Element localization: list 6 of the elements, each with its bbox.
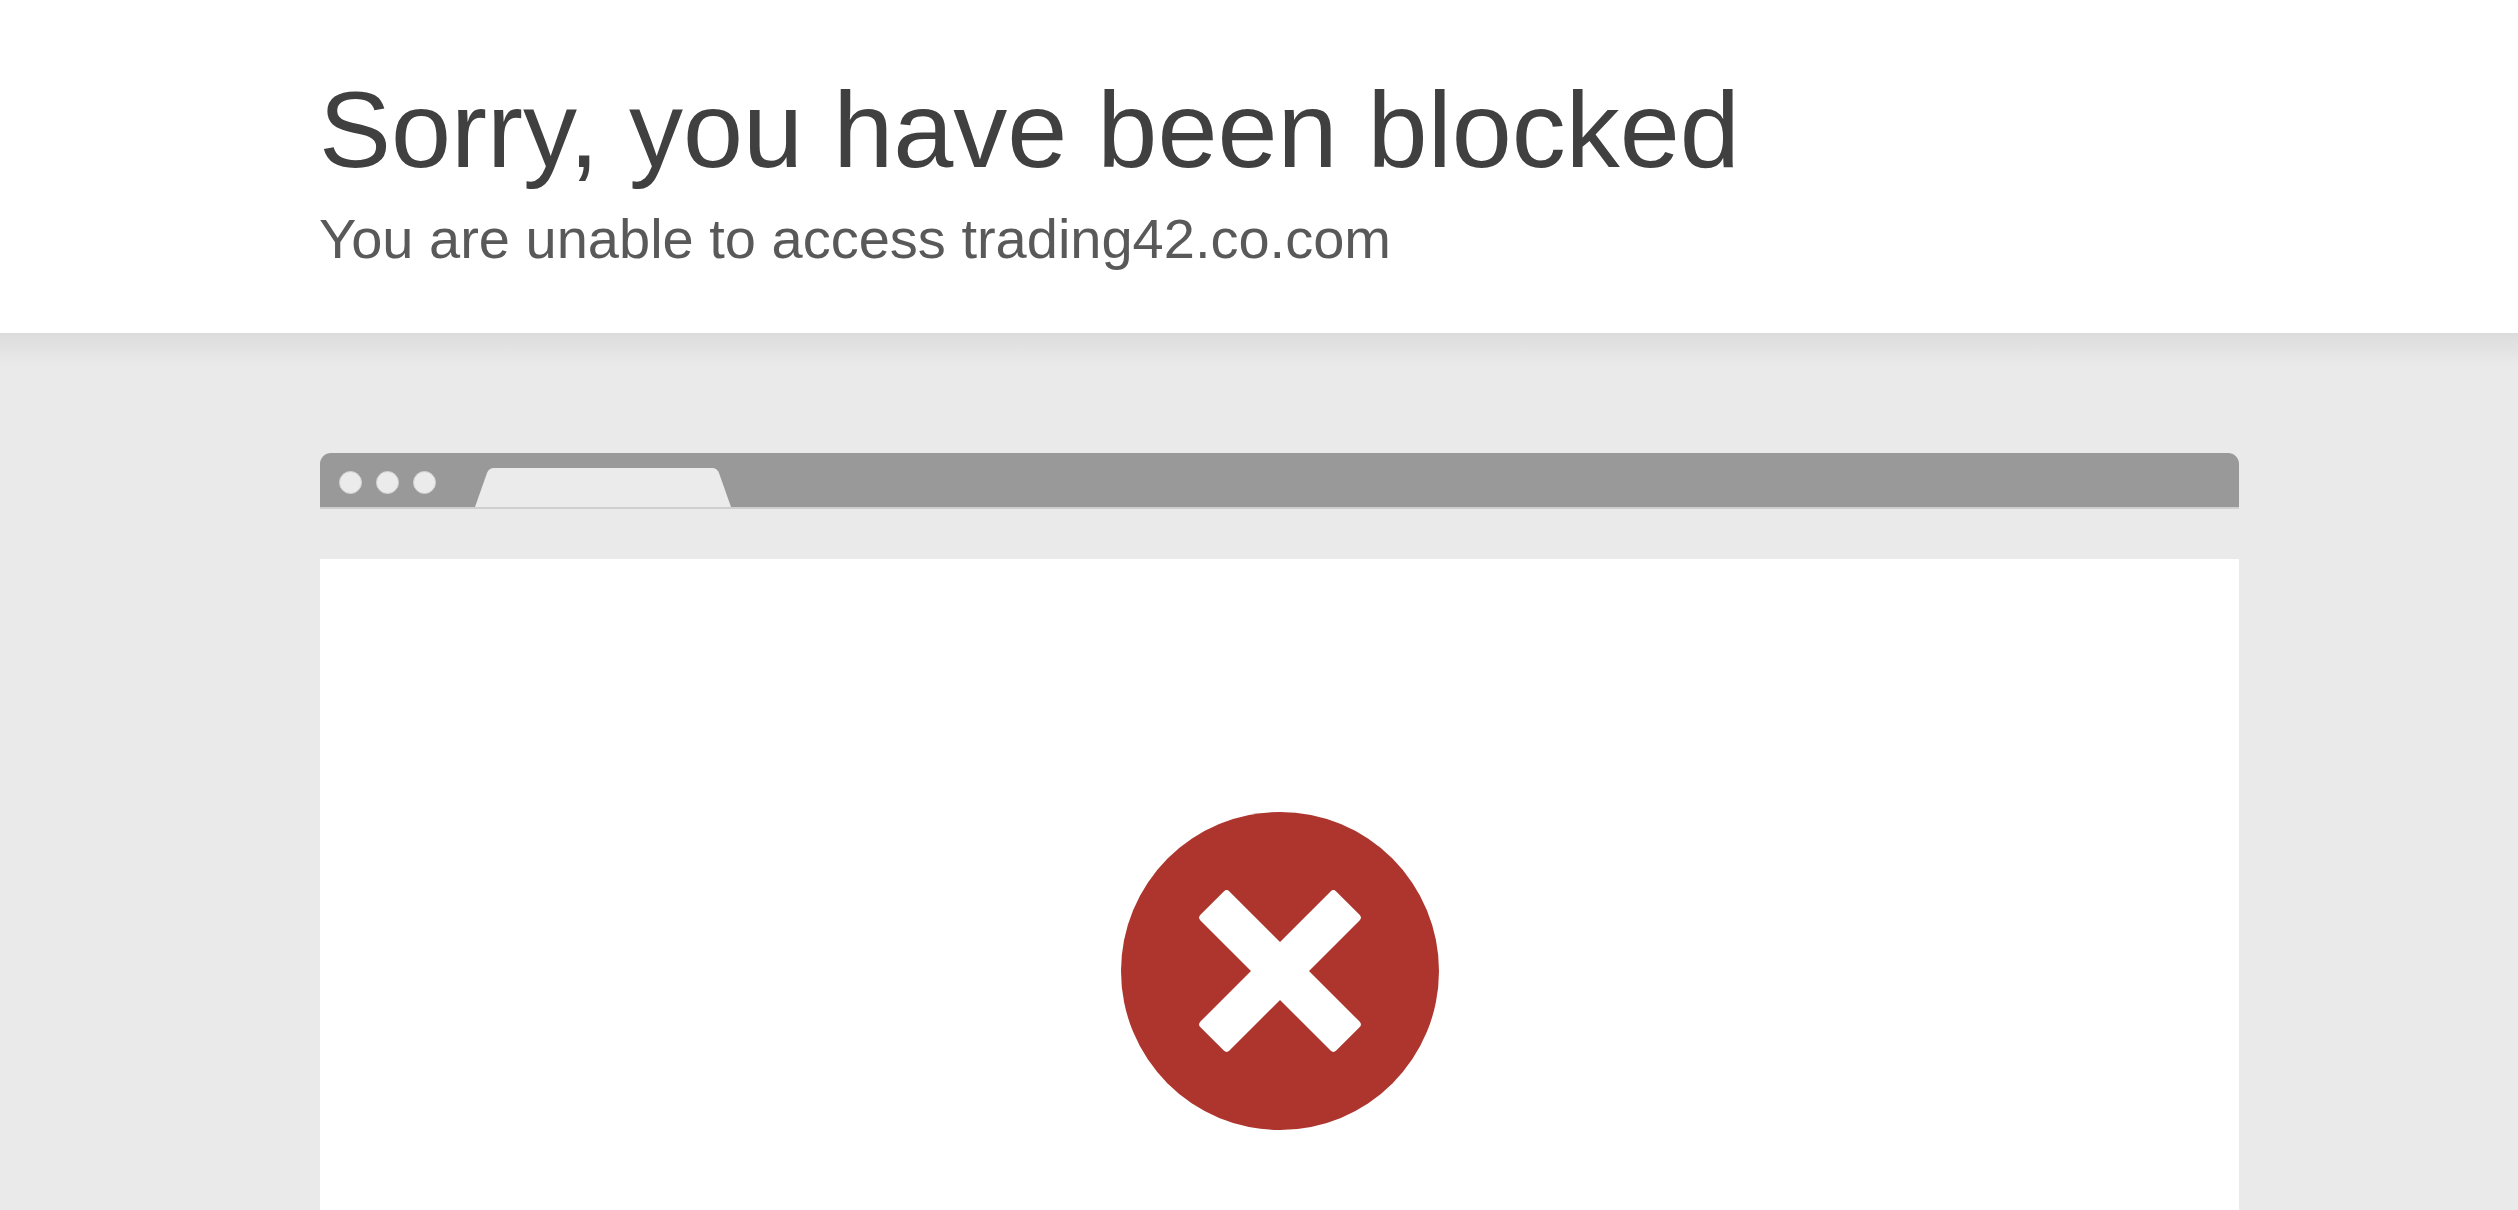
window-dot-icon <box>376 471 399 494</box>
page-title: Sorry, you have been blocked <box>319 68 1740 192</box>
page-subtitle: You are unable to access trading42.co.com <box>319 206 1391 272</box>
window-dot-icon <box>413 471 436 494</box>
x-circle-icon <box>1120 812 1439 1130</box>
window-dot-icon <box>339 471 362 494</box>
